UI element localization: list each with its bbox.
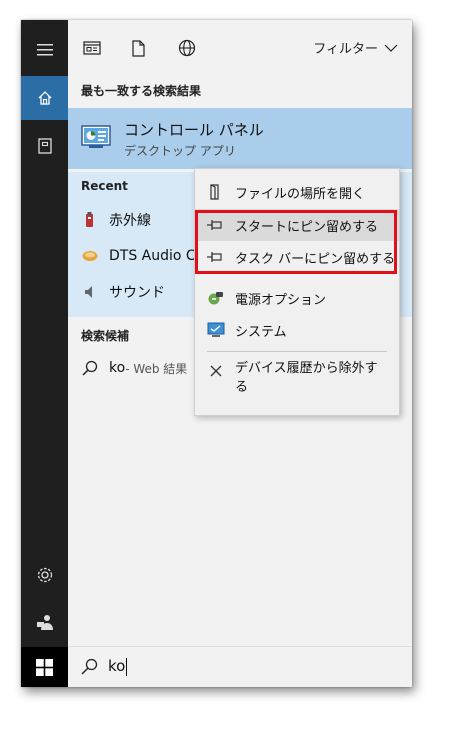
- text-caret: [126, 657, 128, 676]
- recent-item[interactable]: サウンド: [81, 280, 165, 304]
- pin-to-start-item[interactable]: スタートにピン留めする: [195, 209, 399, 241]
- home-icon: [38, 91, 51, 105]
- recent-header: Recent: [81, 179, 128, 193]
- search-scope-bar: フィルター: [68, 20, 412, 76]
- power-options-item[interactable]: 電源オプション: [195, 282, 399, 314]
- chevron-down-icon: [384, 44, 398, 52]
- document-icon: [83, 41, 101, 55]
- hamburger-icon: [36, 44, 53, 56]
- system-item[interactable]: システム: [195, 314, 399, 346]
- search-icon: [81, 658, 98, 679]
- speaker-icon: [81, 283, 99, 301]
- menu-item-label: デバイス履歴から除外す: [235, 361, 378, 376]
- suggestion-query: ko: [109, 360, 126, 376]
- web-icon: [178, 39, 196, 57]
- system-icon: [206, 320, 226, 340]
- search-input[interactable]: ko: [108, 657, 128, 676]
- suggestion-item[interactable]: ko - Web 結果: [81, 356, 187, 380]
- recent-item-label: サウンド: [109, 285, 165, 301]
- left-rail: [21, 20, 68, 687]
- best-match-header: 最も一致する検索結果: [81, 84, 202, 98]
- settings-button[interactable]: [21, 553, 68, 597]
- web-scope-button[interactable]: [176, 37, 198, 59]
- search-input-value: ko: [108, 657, 126, 675]
- folder-open-icon: [206, 182, 226, 202]
- menu-item-label: スタートにピン留めする: [235, 219, 379, 235]
- pin-icon: [206, 215, 226, 235]
- best-match-item[interactable]: コントロール パネル デスクトップ アプリ: [68, 108, 412, 169]
- control-panel-icon: [81, 125, 111, 153]
- pin-icon: [206, 247, 226, 267]
- menu-item-label-wrap: デバイス履歴から除外する: [235, 359, 378, 397]
- dts-audio-icon: [81, 247, 99, 265]
- start-button[interactable]: [21, 647, 68, 687]
- notebook-icon: [37, 138, 52, 154]
- power-options-icon: [206, 288, 226, 308]
- search-box[interactable]: ko: [68, 646, 412, 687]
- context-menu: ファイルの場所を開く スタートにピン留めする タスク バーにピン留めする 電源オ…: [194, 168, 400, 416]
- suggestion-suffix: - Web 結果: [125, 361, 188, 376]
- recent-item-label: 赤外線: [109, 213, 151, 229]
- menu-separator: [207, 351, 387, 352]
- feedback-button[interactable]: [21, 600, 68, 644]
- gear-icon: [37, 567, 52, 583]
- recent-item[interactable]: DTS Audio Co: [81, 244, 204, 268]
- files-scope-button[interactable]: [127, 37, 149, 59]
- file-icon: [131, 39, 145, 57]
- search-icon: [81, 359, 99, 377]
- menu-item-label: ファイルの場所を開く: [235, 186, 366, 202]
- remove-from-history-item[interactable]: デバイス履歴から除外する: [195, 359, 399, 403]
- menu-item-label-line2: る: [235, 380, 249, 395]
- notebook-button[interactable]: [21, 124, 68, 168]
- hamburger-menu-button[interactable]: [21, 28, 68, 72]
- feedback-icon: [36, 615, 53, 630]
- best-match-title: コントロール パネル: [124, 121, 264, 139]
- filter-dropdown[interactable]: フィルター: [313, 38, 398, 57]
- recent-item[interactable]: 赤外線: [81, 208, 151, 232]
- recent-item-label: DTS Audio Co: [109, 248, 205, 264]
- menu-item-label: システム: [235, 324, 287, 340]
- infrared-icon: [81, 211, 99, 229]
- filter-label: フィルター: [313, 42, 378, 57]
- best-match-subtitle: デスクトップ アプリ: [124, 144, 236, 158]
- suggestions-header: 検索候補: [81, 329, 130, 343]
- menu-item-label: 電源オプション: [235, 292, 327, 308]
- home-button[interactable]: [21, 76, 68, 120]
- documents-scope-button[interactable]: [81, 37, 103, 59]
- close-icon: [206, 361, 226, 381]
- menu-item-label: タスク バーにピン留めする: [235, 251, 396, 267]
- pin-to-taskbar-item[interactable]: タスク バーにピン留めする: [195, 241, 399, 273]
- windows-logo-icon: [36, 658, 53, 676]
- open-file-location-item[interactable]: ファイルの場所を開く: [195, 176, 399, 208]
